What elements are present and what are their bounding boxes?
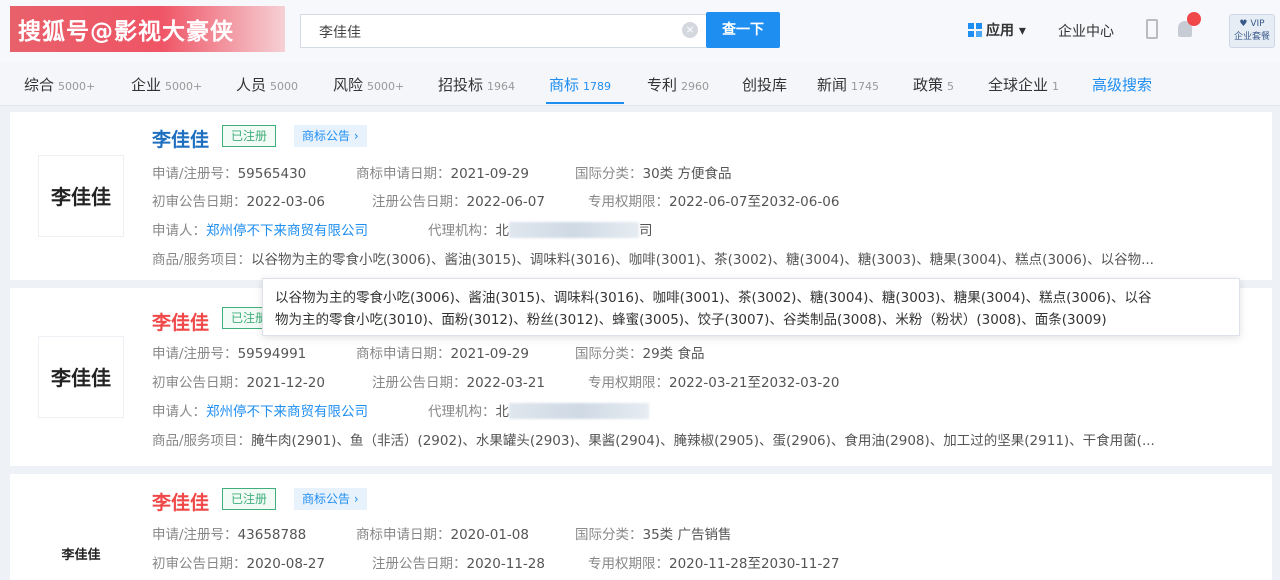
tab-patents[interactable]: 专利 2960 [647, 74, 709, 95]
trademark-name[interactable]: 李佳佳 [152, 488, 209, 515]
intl-class-field: 国际分类：35类 广告销售 [575, 527, 732, 543]
tooltip-line: 物为主的零食小吃(3010)、面粉(3012)、粉丝(3012)、蜂蜜(3005… [275, 312, 1107, 328]
applicant-field: 申请人：郑州停不下来商贸有限公司 [152, 404, 368, 420]
tab-all[interactable]: 综合 5000+ [24, 74, 95, 95]
apps-label: 应用 [986, 23, 1014, 39]
applicant-field: 申请人：郑州停不下来商贸有限公司 [152, 223, 368, 239]
vip-label: VIP [1250, 19, 1265, 29]
vip-badge[interactable]: ♥ VIP 企业套餐 [1229, 14, 1275, 48]
agency-field: 代理机构：北司 [428, 222, 653, 239]
vip-heart-icon: ♥ [1239, 19, 1251, 29]
tab-people[interactable]: 人员 5000 [236, 74, 298, 95]
applicant-link[interactable]: 郑州停不下来商贸有限公司 [206, 404, 368, 420]
vip-sub-label: 企业套餐 [1233, 32, 1270, 42]
goods-field: 商品/服务项目：腌牛肉(2901)、鱼（非活）(2902)、水果罐头(2903)… [152, 433, 1155, 449]
reg-no-field: 申请/注册号：59565430 [152, 166, 307, 182]
trademark-logo: 李佳佳 [38, 155, 124, 237]
tab-trademarks[interactable]: 商标 1789 [549, 74, 611, 95]
apply-date-field: 商标申请日期：2020-01-08 [356, 527, 529, 543]
reg-no-field: 申请/注册号：59594991 [152, 346, 307, 362]
mobile-icon[interactable] [1146, 19, 1158, 39]
apps-grid-icon [968, 23, 982, 37]
notice-link[interactable]: 商标公告 › [294, 125, 367, 147]
status-badge: 已注册 [222, 488, 277, 510]
clear-icon[interactable]: × [682, 22, 698, 38]
goods-field: 商品/服务项目：以谷物为主的零食小吃(3006)、酱油(3015)、调味料(30… [152, 252, 1154, 268]
reg-date-field: 注册公告日期：2022-03-21 [372, 375, 545, 391]
tooltip-line: 以谷物为主的零食小吃(3006)、酱油(3015)、调味料(3016)、咖啡(3… [275, 290, 1152, 306]
trademark-name[interactable]: 李佳佳 [152, 308, 209, 335]
exclusive-period-field: 专用权期限：2022-06-07至2032-06-06 [588, 194, 840, 210]
reg-date-field: 注册公告日期：2022-06-07 [372, 194, 545, 210]
redacted-blur [509, 222, 639, 238]
goods-tooltip: 以谷物为主的零食小吃(3006)、酱油(3015)、调味料(3016)、咖啡(3… [262, 278, 1240, 336]
tab-global[interactable]: 全球企业 1 [988, 74, 1059, 95]
trademark-name[interactable]: 李佳佳 [152, 125, 209, 152]
tab-risk[interactable]: 风险 5000+ [333, 74, 404, 95]
reg-no-field: 申请/注册号：43658788 [152, 527, 307, 543]
apps-menu[interactable]: 应用 ▾ [968, 20, 1026, 40]
active-tab-indicator [546, 102, 624, 104]
tab-advanced-search[interactable]: 高级搜索 [1092, 74, 1152, 95]
reg-date-field: 注册公告日期：2020-11-28 [372, 556, 545, 572]
category-tabs: 综合 5000+ 企业 5000+ 人员 5000 风险 5000+ 招投标 1964 商… [0, 62, 1280, 106]
intl-class-field: 国际分类：29类 食品 [575, 346, 705, 362]
prelim-date-field: 初审公告日期：2020-08-27 [152, 556, 325, 572]
exclusive-period-field: 专用权期限：2022-03-21至2032-03-20 [588, 375, 840, 391]
tab-venture[interactable]: 创投库 [742, 74, 791, 95]
notification-badge [1187, 12, 1201, 26]
prelim-date-field: 初审公告日期：2021-12-20 [152, 375, 325, 391]
tab-policy[interactable]: 政策 5 [913, 74, 954, 95]
prelim-date-field: 初审公告日期：2022-03-06 [152, 194, 325, 210]
search-button[interactable]: 查一下 [706, 12, 780, 48]
trademark-logo: 李佳佳 [38, 336, 124, 418]
search-input[interactable]: 李佳佳 [300, 14, 706, 48]
watermark: 搜狐号@影视大豪侠 [10, 6, 285, 52]
tab-companies[interactable]: 企业 5000+ [131, 74, 202, 95]
notice-link[interactable]: 商标公告 › [294, 488, 367, 510]
top-header: 搜狐号@影视大豪侠 李佳佳 × 查一下 应用 ▾ 企业中心 ♥ VIP 企业套餐 [0, 0, 1280, 62]
trademark-logo: 李佳佳 [38, 516, 124, 580]
status-badge: 已注册 [222, 125, 277, 147]
chevron-down-icon: ▾ [1014, 23, 1026, 39]
apply-date-field: 商标申请日期：2021-09-29 [356, 166, 529, 182]
tab-bidding[interactable]: 招投标 1964 [438, 74, 515, 95]
exclusive-period-field: 专用权期限：2020-11-28至2030-11-27 [588, 556, 840, 572]
redacted-blur [509, 403, 649, 419]
agency-field: 代理机构：北 [428, 400, 649, 420]
enterprise-center-link[interactable]: 企业中心 [1058, 21, 1114, 41]
intl-class-field: 国际分类：30类 方便食品 [575, 166, 732, 182]
apply-date-field: 商标申请日期：2021-09-29 [356, 346, 529, 362]
applicant-link[interactable]: 郑州停不下来商贸有限公司 [206, 223, 368, 239]
tab-news[interactable]: 新闻 1745 [817, 74, 879, 95]
